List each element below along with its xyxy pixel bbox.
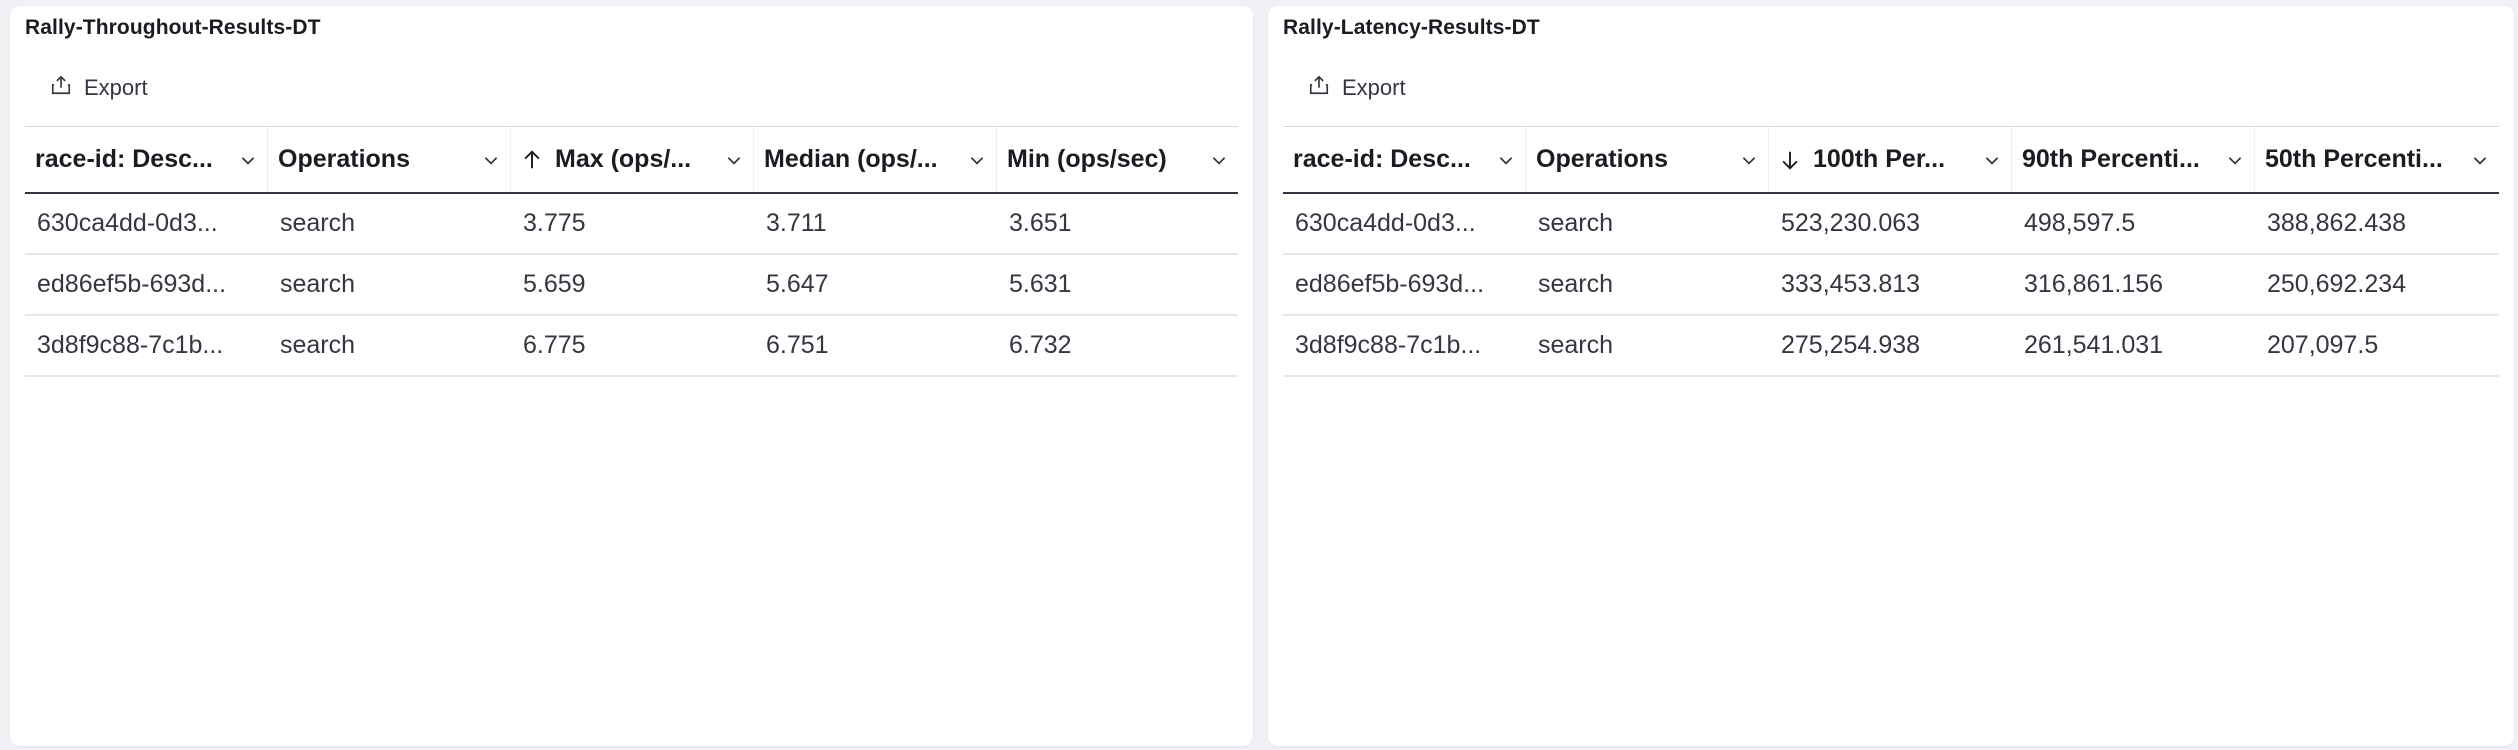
column-header-label: Median (ops/... [764, 145, 938, 173]
data-table: race-id: Desc... Operations Max (ops/...… [25, 126, 1238, 377]
cell-100th-percentile: 523,230.063 [1781, 209, 1921, 237]
cell-operation: search [1538, 331, 1614, 359]
cell-50th-percentile: 207,097.5 [2267, 331, 2379, 359]
column-header-label: race-id: Desc... [35, 145, 213, 173]
export-label: Export [84, 75, 148, 100]
column-header-max[interactable]: Max (ops/... [511, 127, 754, 192]
cell-operation: search [280, 270, 356, 298]
column-header-label: Min (ops/sec) [1007, 145, 1167, 173]
cell-race-id[interactable]: 3d8f9c88-7c1b... [1283, 331, 1526, 360]
cell-min: 6.732 [1009, 331, 1072, 359]
cell-100th-percentile: 333,453.813 [1781, 270, 1921, 298]
cell-operation: search [280, 209, 356, 237]
cell-90th-percentile: 261,541.031 [2024, 331, 2164, 359]
cell-race-id[interactable]: 3d8f9c88-7c1b... [25, 331, 268, 360]
column-header-label: Operations [278, 145, 410, 173]
chevron-down-icon[interactable] [482, 151, 500, 169]
cell-100th-percentile: 275,254.938 [1781, 331, 1921, 359]
export-button[interactable]: Export [50, 74, 148, 102]
column-header-90th-percentile[interactable]: 90th Percenti... [2012, 127, 2255, 192]
table-row: 630ca4dd-0d3... search 3.775 3.711 3.651 [25, 194, 1238, 255]
cell-max: 3.775 [523, 209, 586, 237]
chevron-down-icon[interactable] [725, 151, 743, 169]
chevron-down-icon[interactable] [239, 151, 257, 169]
cell-median: 5.647 [766, 270, 829, 298]
cell-race-id[interactable]: ed86ef5b-693d... [1283, 270, 1526, 299]
chevron-down-icon[interactable] [968, 151, 986, 169]
column-header-label: Max (ops/... [555, 145, 692, 173]
cell-race-id[interactable]: ed86ef5b-693d... [25, 270, 268, 299]
cell-min: 3.651 [1009, 209, 1072, 237]
chevron-down-icon[interactable] [1210, 151, 1228, 169]
column-header-label: race-id: Desc... [1293, 145, 1471, 173]
column-header-median[interactable]: Median (ops/... [754, 127, 997, 192]
cell-max: 6.775 [523, 331, 586, 359]
chevron-down-icon[interactable] [2226, 151, 2244, 169]
chevron-down-icon[interactable] [1983, 151, 2001, 169]
column-header-operations[interactable]: Operations [1526, 127, 1769, 192]
table-row: 630ca4dd-0d3... search 523,230.063 498,5… [1283, 194, 2499, 255]
column-header-label: 50th Percenti... [2265, 145, 2443, 173]
export-label: Export [1342, 75, 1406, 100]
arrow-up-icon [524, 149, 540, 168]
column-header-label: Operations [1536, 145, 1668, 173]
table-row: 3d8f9c88-7c1b... search 275,254.938 261,… [1283, 316, 2499, 377]
column-header-min[interactable]: Min (ops/sec) [997, 127, 1238, 192]
chevron-down-icon[interactable] [1497, 151, 1515, 169]
arrow-down-icon [1782, 151, 1798, 170]
export-icon [1308, 74, 1330, 102]
table-row: 3d8f9c88-7c1b... search 6.775 6.751 6.73… [25, 316, 1238, 377]
table-header-row: race-id: Desc... Operations Max (ops/...… [25, 126, 1238, 194]
cell-operation: search [1538, 209, 1614, 237]
column-header-operations[interactable]: Operations [268, 127, 511, 192]
cell-race-id[interactable]: 630ca4dd-0d3... [1283, 209, 1526, 238]
cell-operation: search [280, 331, 356, 359]
cell-median: 3.711 [766, 209, 827, 237]
cell-operation: search [1538, 270, 1614, 298]
column-header-100th-percentile[interactable]: 100th Per... [1769, 127, 2012, 192]
cell-90th-percentile: 316,861.156 [2024, 270, 2164, 298]
column-header-50th-percentile[interactable]: 50th Percenti... [2255, 127, 2499, 192]
data-table: race-id: Desc... Operations 100th Per...… [1283, 126, 2499, 377]
table-header-row: race-id: Desc... Operations 100th Per...… [1283, 126, 2499, 194]
cell-50th-percentile: 388,862.438 [2267, 209, 2407, 237]
column-header-race-id[interactable]: race-id: Desc... [25, 127, 268, 192]
cell-max: 5.659 [523, 270, 586, 298]
cell-50th-percentile: 250,692.234 [2267, 270, 2407, 298]
table-row: ed86ef5b-693d... search 333,453.813 316,… [1283, 255, 2499, 316]
panel-title: Rally-Throughout-Results-DT [25, 16, 321, 39]
chevron-down-icon[interactable] [1740, 151, 1758, 169]
chevron-down-icon[interactable] [2471, 151, 2489, 169]
cell-min: 5.631 [1009, 270, 1072, 298]
cell-race-id[interactable]: 630ca4dd-0d3... [25, 209, 268, 238]
export-icon [50, 74, 72, 102]
table-row: ed86ef5b-693d... search 5.659 5.647 5.63… [25, 255, 1238, 316]
column-header-label: 100th Per... [1813, 145, 1946, 173]
cell-90th-percentile: 498,597.5 [2024, 209, 2136, 237]
throughput-panel: Rally-Throughout-Results-DT Export race-… [10, 6, 1253, 746]
panel-title: Rally-Latency-Results-DT [1283, 16, 1540, 39]
cell-median: 6.751 [766, 331, 829, 359]
column-header-race-id[interactable]: race-id: Desc... [1283, 127, 1526, 192]
latency-panel: Rally-Latency-Results-DT Export race-id:… [1268, 6, 2514, 746]
column-header-label: 90th Percenti... [2022, 145, 2200, 173]
export-button[interactable]: Export [1308, 74, 1406, 102]
